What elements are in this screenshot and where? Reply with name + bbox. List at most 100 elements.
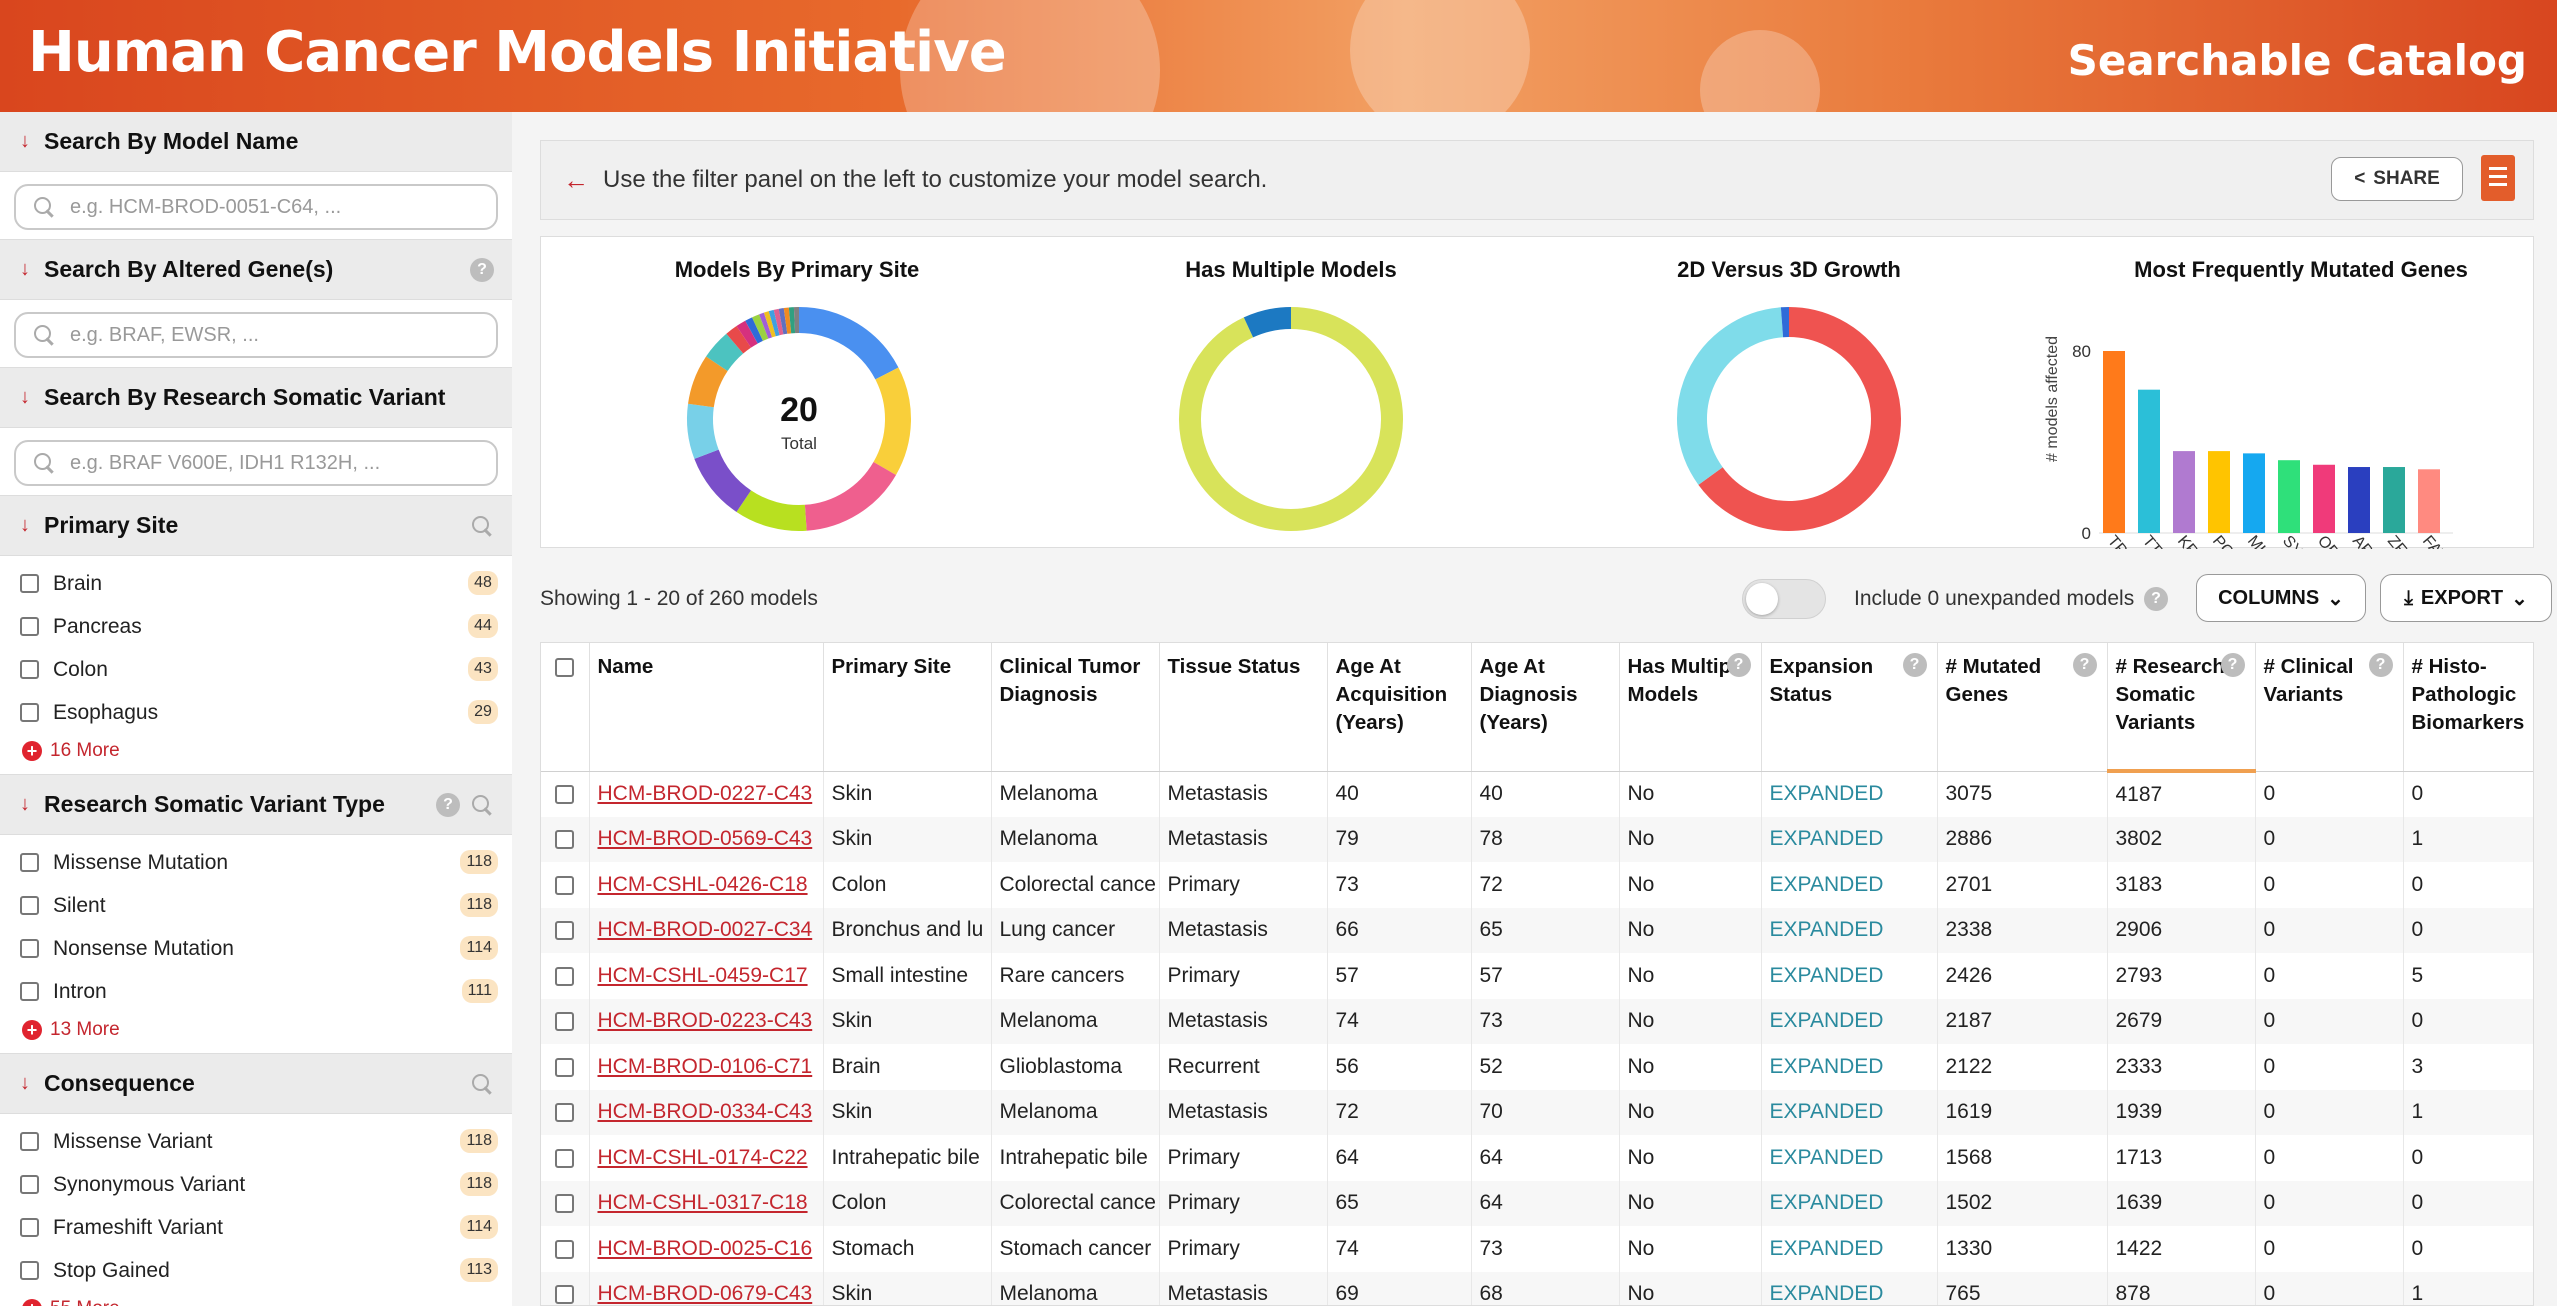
- bar[interactable]: [2383, 467, 2405, 533]
- donut-slice[interactable]: [687, 403, 719, 459]
- column-header[interactable]: Age At Acquisition (Years): [1327, 643, 1472, 772]
- facet-item[interactable]: Synonymous Variant 118: [0, 1163, 512, 1206]
- model-name-link[interactable]: HCM-BROD-0223-C43: [598, 1009, 813, 1032]
- column-header[interactable]: Age At Diagnosis (Years): [1471, 643, 1620, 772]
- model-name-link[interactable]: HCM-CSHL-0426-C18: [598, 873, 808, 896]
- search-icon[interactable]: [470, 514, 494, 538]
- help-icon[interactable]: ?: [1902, 653, 1927, 677]
- column-header-expansion[interactable]: Expansion Status?: [1761, 643, 1938, 772]
- donut-slice[interactable]: [763, 311, 776, 338]
- donut-slice[interactable]: [736, 490, 807, 531]
- column-header[interactable]: Clinical Tumor Diagnosis: [991, 643, 1160, 772]
- table-row[interactable]: HCM-BROD-0679-C43 Skin Melanoma Metastasis 6…: [541, 1271, 2533, 1305]
- show-more-link[interactable]: +55 More: [0, 1292, 512, 1306]
- table-row[interactable]: HCM-CSHL-0317-C18 Colon Colorectal cance Pr…: [541, 1180, 2533, 1226]
- checkbox[interactable]: [20, 1175, 39, 1194]
- unexpanded-toggle[interactable]: [1742, 579, 1826, 619]
- checkbox[interactable]: [20, 1132, 39, 1151]
- help-icon[interactable]: ?: [2144, 587, 2168, 611]
- donut-slice[interactable]: [1677, 307, 1784, 485]
- donut-slice[interactable]: [1243, 307, 1292, 338]
- donut-slice[interactable]: [768, 309, 780, 337]
- row-checkbox[interactable]: [555, 1103, 575, 1123]
- row-checkbox[interactable]: [555, 1148, 575, 1168]
- search-icon[interactable]: [470, 1072, 494, 1096]
- donut-slice[interactable]: [745, 317, 764, 344]
- table-row[interactable]: HCM-BROD-0569-C43 Skin Melanoma Metastasis 7…: [541, 816, 2533, 862]
- row-checkbox[interactable]: [555, 1239, 575, 1259]
- growth-donut-chart[interactable]: [1669, 299, 1909, 539]
- donut-slice[interactable]: [798, 307, 899, 380]
- facet-item[interactable]: Nonsense Mutation 114: [0, 927, 512, 970]
- facet-item[interactable]: Stop Gained 113: [0, 1249, 512, 1292]
- table-row[interactable]: HCM-BROD-0027-C34 Bronchus and lu Lung can…: [541, 907, 2533, 953]
- row-checkbox[interactable]: [555, 921, 575, 941]
- bar[interactable]: [2243, 453, 2265, 533]
- table-row[interactable]: HCM-BROD-0106-C71 Brain Glioblastoma Recurr…: [541, 1044, 2533, 1090]
- donut-slice[interactable]: [736, 320, 758, 348]
- checkbox[interactable]: [20, 1218, 39, 1237]
- altered-genes-search-input[interactable]: [70, 323, 450, 347]
- donut-slice[interactable]: [873, 367, 911, 475]
- donut-slice[interactable]: [694, 449, 752, 512]
- facet-item[interactable]: Frameshift Variant 114: [0, 1206, 512, 1249]
- bar[interactable]: [2313, 464, 2335, 533]
- bar[interactable]: [2138, 389, 2160, 533]
- share-button[interactable]: < SHARE: [2331, 157, 2463, 201]
- model-name-link[interactable]: HCM-CSHL-0174-C22: [598, 1146, 808, 1169]
- bar[interactable]: [2418, 469, 2440, 533]
- model-name-link[interactable]: HCM-BROD-0227-C43: [598, 782, 813, 805]
- facet-item[interactable]: Brain 48: [0, 562, 512, 605]
- column-header-mutated[interactable]: # Mutated Genes?: [1937, 643, 2108, 772]
- section-primary-site[interactable]: ↓ Primary Site: [0, 496, 512, 556]
- checkbox[interactable]: [20, 703, 39, 722]
- section-variant-type[interactable]: ↓ Research Somatic Variant Type ?: [0, 775, 512, 835]
- columns-button[interactable]: COLUMNS ⌄: [2196, 574, 2366, 622]
- donut-slice[interactable]: [1179, 307, 1403, 531]
- row-checkbox[interactable]: [555, 1285, 575, 1305]
- model-name-link[interactable]: HCM-BROD-0679-C43: [598, 1282, 813, 1305]
- row-checkbox[interactable]: [555, 784, 575, 804]
- column-header-has-multiple[interactable]: Has Multiple Models?: [1619, 643, 1762, 772]
- column-header-clinical[interactable]: # Clinical Variants?: [2255, 643, 2404, 772]
- help-icon[interactable]: ?: [1726, 653, 1751, 677]
- facet-item[interactable]: Pancreas 44: [0, 605, 512, 648]
- help-icon[interactable]: ?: [436, 793, 460, 817]
- table-row[interactable]: HCM-CSHL-0174-C22 Intrahepatic bile Intrah…: [541, 1135, 2533, 1181]
- table-row[interactable]: HCM-BROD-0223-C43 Skin Melanoma Metastasis 7…: [541, 998, 2533, 1044]
- row-checkbox[interactable]: [555, 966, 575, 986]
- section-somatic-variant[interactable]: ↓ Search By Research Somatic Variant: [0, 368, 512, 428]
- primary-site-donut-chart[interactable]: 20 Total: [679, 299, 919, 539]
- row-checkbox[interactable]: [555, 1057, 575, 1077]
- donut-slice[interactable]: [706, 333, 744, 372]
- facet-item[interactable]: Missense Variant 118: [0, 1120, 512, 1163]
- column-header[interactable]: Name: [589, 643, 824, 772]
- donut-slice[interactable]: [778, 308, 788, 335]
- checkbox[interactable]: [20, 896, 39, 915]
- checkbox[interactable]: [20, 853, 39, 872]
- model-name-link[interactable]: HCM-BROD-0106-C71: [598, 1055, 813, 1078]
- column-header-research-variants[interactable]: # Research Somatic Variants?: [2107, 643, 2256, 773]
- help-icon[interactable]: ?: [2220, 653, 2245, 677]
- model-name-link[interactable]: HCM-BROD-0025-C16: [598, 1237, 813, 1260]
- donut-slice[interactable]: [773, 308, 784, 336]
- table-row[interactable]: HCM-BROD-0334-C43 Skin Melanoma Metastasis 7…: [541, 1089, 2533, 1135]
- donut-slice[interactable]: [726, 326, 752, 354]
- facet-item[interactable]: Colon 43: [0, 648, 512, 691]
- donut-slice[interactable]: [804, 461, 896, 531]
- bar[interactable]: [2278, 460, 2300, 533]
- export-button[interactable]: ⤓ EXPORT ⌄: [2380, 574, 2552, 622]
- column-header[interactable]: Tissue Status: [1159, 643, 1328, 772]
- row-checkbox[interactable]: [555, 1194, 575, 1214]
- donut-slice[interactable]: [759, 312, 773, 339]
- bar[interactable]: [2348, 467, 2370, 533]
- model-name-link[interactable]: HCM-BROD-0569-C43: [598, 827, 813, 850]
- row-checkbox[interactable]: [555, 1012, 575, 1032]
- facet-item[interactable]: Esophagus 29: [0, 691, 512, 734]
- section-model-name[interactable]: ↓ Search By Model Name: [0, 112, 512, 172]
- facet-item[interactable]: Missense Mutation 118: [0, 841, 512, 884]
- section-altered-genes[interactable]: ↓ Search By Altered Gene(s) ?: [0, 240, 512, 300]
- row-checkbox[interactable]: [555, 875, 575, 895]
- donut-slice[interactable]: [688, 356, 728, 408]
- checkbox[interactable]: [20, 660, 39, 679]
